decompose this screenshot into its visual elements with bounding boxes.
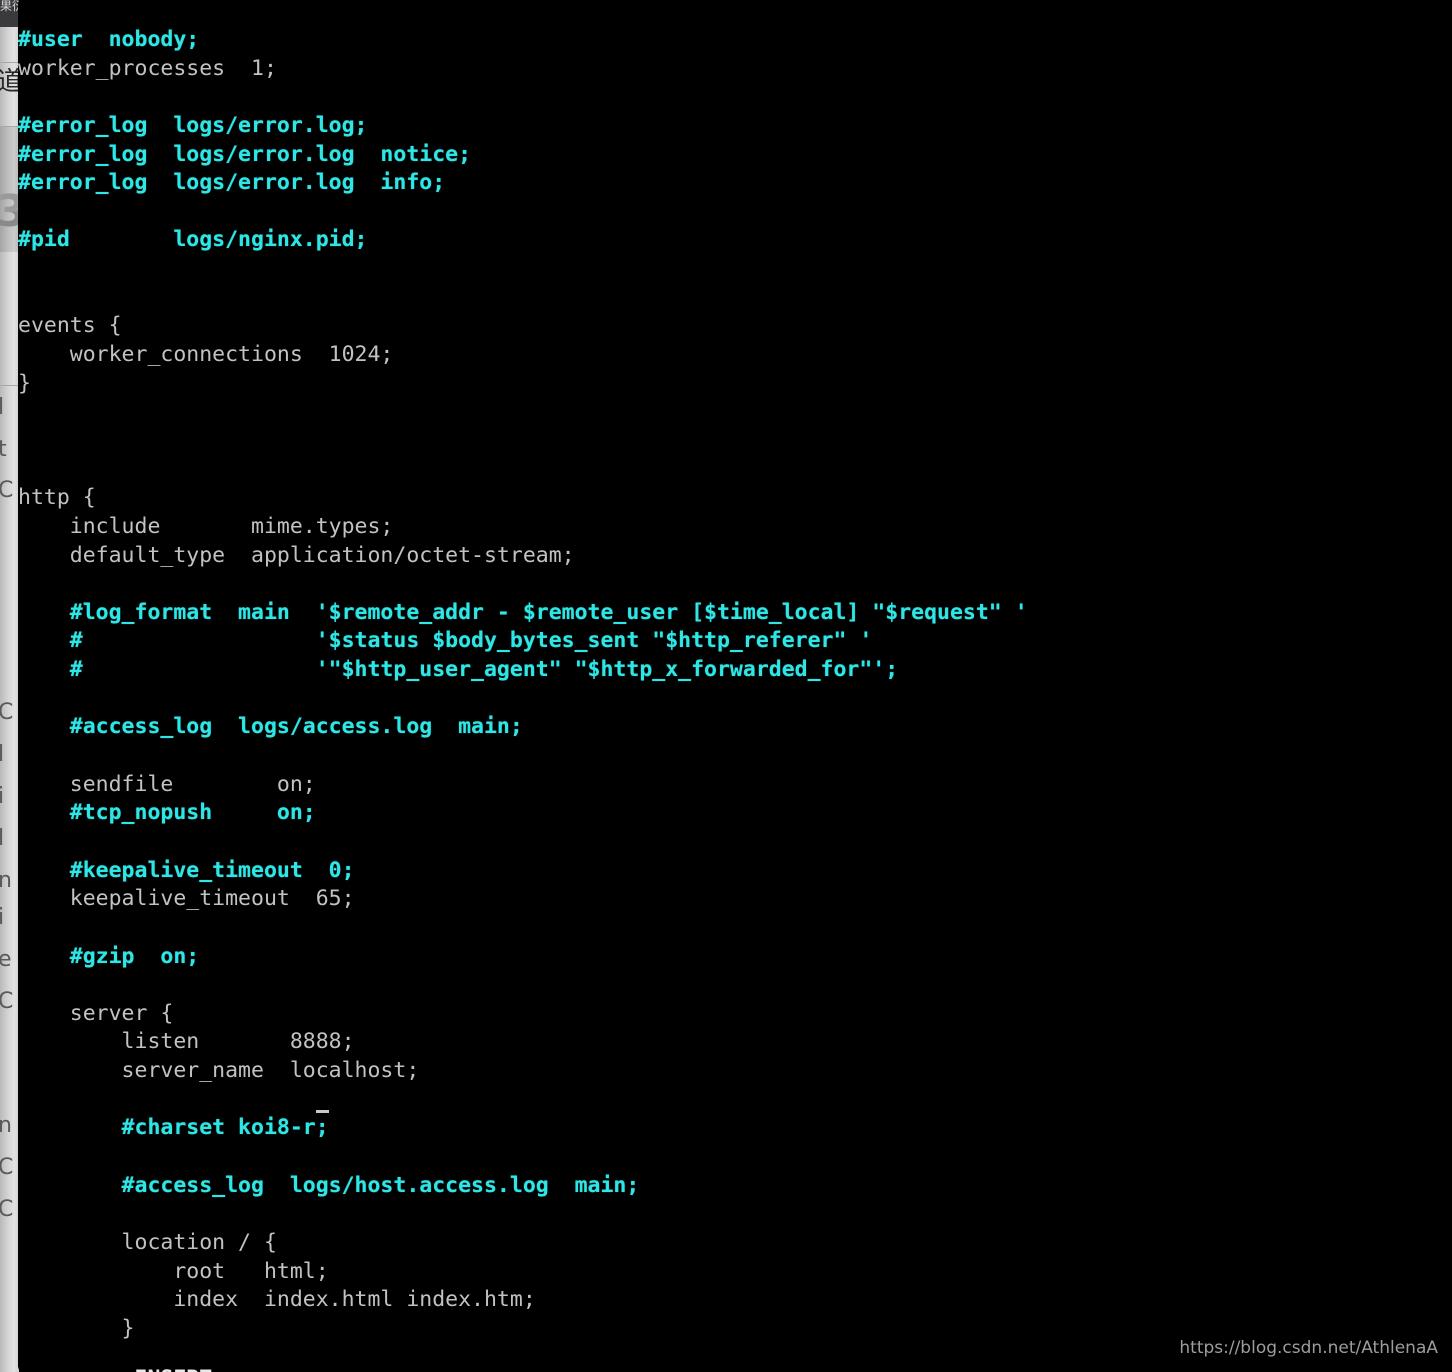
vim-mode-indicator: -- INSERT -- [96,1366,251,1372]
code-line[interactable]: http { [18,484,1028,513]
code-line[interactable] [18,284,1028,313]
background-window-titlebar: 果衍 [0,0,19,27]
background-glyph: l [0,826,5,851]
code-line[interactable]: #keepalive_timeout 0; [18,857,1028,886]
code-line[interactable] [18,742,1028,771]
code-line[interactable]: #error_log logs/error.log notice; [18,141,1028,170]
vim-buffer[interactable]: #user nobody; worker_processes 1; #error_l… [18,26,1028,1343]
code-line[interactable]: # '$status $body_bytes_sent "$http_refer… [18,627,1028,656]
code-line[interactable]: location / { [18,1229,1028,1258]
code-line[interactable]: sendfile on; [18,771,1028,800]
code-line[interactable]: server_name localhost; [18,1057,1028,1086]
code-line[interactable]: #tcp_nopush on; [18,799,1028,828]
background-window[interactable]: 果衍 道 3 l t C C l i l n i e C n C C [0,0,19,1372]
code-line[interactable] [18,1086,1028,1115]
background-divider [0,385,19,386]
code-line[interactable] [18,427,1028,456]
background-glyph: l [0,395,5,420]
code-line[interactable] [18,828,1028,857]
background-selection-shade [0,212,19,252]
background-glyph: e [0,947,12,972]
background-glyph: C [0,1197,14,1222]
code-line[interactable]: index index.html index.htm; [18,1286,1028,1315]
code-line[interactable]: worker_processes 1; [18,55,1028,84]
code-line[interactable] [18,83,1028,112]
code-line[interactable]: default_type application/octet-stream; [18,542,1028,571]
code-line[interactable]: #error_log logs/error.log info; [18,169,1028,198]
code-line[interactable]: #access_log logs/host.access.log main; [18,1172,1028,1201]
code-line[interactable]: # '"$http_user_agent" "$http_x_forwarded… [18,656,1028,685]
text-cursor [316,1110,330,1114]
background-glyph: i [0,905,5,930]
code-line[interactable]: } [18,370,1028,399]
background-glyph: i [0,784,5,809]
background-glyph: t [0,437,7,462]
terminal-window[interactable]: #user nobody; worker_processes 1; #error_l… [18,0,1452,1372]
background-glyph: n [0,868,12,893]
background-divider [0,62,19,63]
code-line[interactable]: events { [18,312,1028,341]
code-line[interactable] [18,570,1028,599]
code-line[interactable] [18,398,1028,427]
code-line[interactable]: server { [18,1000,1028,1029]
background-glyph: n [0,1113,12,1138]
code-line[interactable] [18,914,1028,943]
code-line[interactable] [18,456,1028,485]
background-cjk-glyph: 道 [0,67,19,97]
background-glyph: l [0,742,5,767]
code-line[interactable] [18,685,1028,714]
code-line[interactable]: #error_log logs/error.log; [18,112,1028,141]
watermark: https://blog.csdn.net/AthlenaA [1179,1338,1438,1358]
code-line[interactable] [18,971,1028,1000]
background-glyph: C [0,700,14,725]
code-line[interactable]: listen 8888; [18,1028,1028,1057]
code-line[interactable]: #log_format main '$remote_addr - $remote… [18,599,1028,628]
code-line[interactable]: keepalive_timeout 65; [18,885,1028,914]
screen: 果衍 道 3 l t C C l i l n i e C n C C #user… [0,0,1452,1372]
code-line[interactable]: #access_log logs/access.log main; [18,713,1028,742]
code-line[interactable] [18,1143,1028,1172]
code-line[interactable] [18,1200,1028,1229]
code-line[interactable] [18,255,1028,284]
background-glyph: C [0,989,14,1014]
code-line[interactable]: #gzip on; [18,943,1028,972]
code-line[interactable]: #user nobody; [18,26,1028,55]
code-line[interactable]: include mime.types; [18,513,1028,542]
code-line[interactable]: #charset koi8-r; [18,1114,1028,1143]
code-line[interactable]: #pid logs/nginx.pid; [18,226,1028,255]
code-line[interactable] [18,198,1028,227]
code-line[interactable]: worker_connections 1024; [18,341,1028,370]
background-glyph: C [0,478,14,503]
code-line[interactable]: root html; [18,1258,1028,1287]
background-glyph: C [0,1155,14,1180]
